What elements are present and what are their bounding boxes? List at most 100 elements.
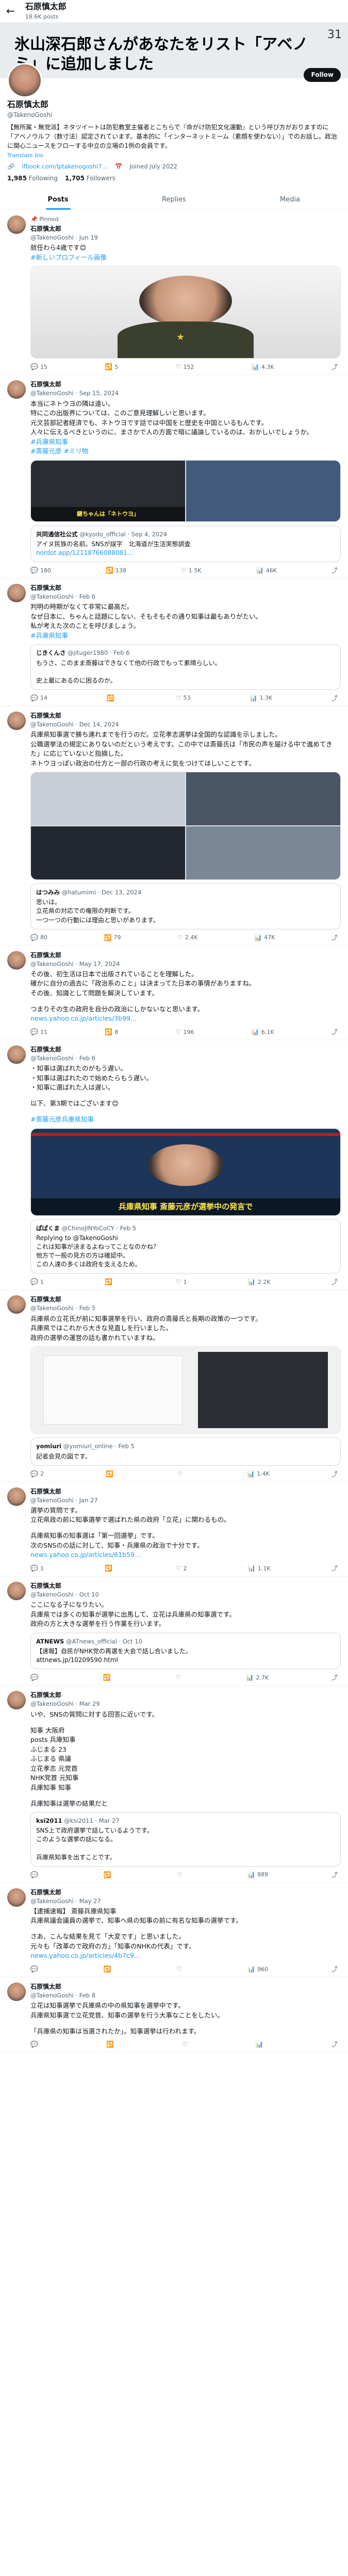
share-button[interactable]: ⤴ <box>332 1470 338 1479</box>
tweet[interactable]: 石原慎太郎 @TakenoGoshi · Feb 6 判明の時期がなくて非常に最高だ… <box>0 579 348 706</box>
author-handle[interactable]: @TakenoGoshi · May 27 <box>30 1897 341 1905</box>
views-button[interactable]: 📊 6.1K <box>252 1028 274 1037</box>
views-button[interactable]: 📊 1.3K <box>250 694 272 703</box>
author-handle[interactable]: @TakenoGoshi · Feb 5 <box>30 1304 341 1312</box>
reply-button[interactable]: 💬 <box>30 1871 40 1879</box>
translate-bio-link[interactable]: Translate bio <box>7 151 341 160</box>
repost-button[interactable]: 🔁 <box>103 1673 113 1682</box>
author-name[interactable]: 石原慎太郎 <box>30 1889 61 1896</box>
tab-posts[interactable]: Posts <box>0 190 116 210</box>
author-name[interactable]: 石原慎太郎 <box>30 584 61 591</box>
share-button[interactable]: ⤴ <box>332 566 338 575</box>
author-handle[interactable]: @TakenoGoshi · Feb 6 <box>30 1054 341 1062</box>
tweet-link[interactable]: news.yahoo.co.jp/articles/4b7c9… <box>30 1951 341 1961</box>
views-button[interactable]: 📊 960 <box>247 1965 268 1974</box>
tweet-image-1[interactable] <box>31 772 185 826</box>
tweet-image[interactable] <box>30 1346 341 1434</box>
avatar[interactable] <box>7 1045 26 1064</box>
tweet-images[interactable] <box>30 772 341 880</box>
avatar[interactable] <box>7 1295 26 1314</box>
repost-button[interactable]: 🔁 <box>105 1564 114 1573</box>
author-name[interactable]: 石原慎太郎 <box>30 1691 61 1699</box>
tweet[interactable]: 石原慎太郎 @TakenoGoshi · Feb 5 兵庫県の立花氏が前に知事選挙を… <box>0 1290 348 1482</box>
avatar[interactable] <box>7 711 26 730</box>
avatar[interactable] <box>7 1982 26 2001</box>
like-button[interactable]: ♡ 1.5K <box>181 566 201 575</box>
share-button[interactable]: ⤴ <box>332 2040 338 2049</box>
tab-replies[interactable]: Replies <box>116 190 232 210</box>
views-button[interactable]: 📊 <box>256 2040 266 2049</box>
repost-button[interactable]: 🔁 <box>107 694 117 703</box>
tweet-image-4[interactable] <box>186 826 340 880</box>
tweet[interactable]: 石原慎太郎 @TakenoGoshi · May 27 【逮捕速報】 斎藤兵庫県知事… <box>0 1883 348 1977</box>
avatar[interactable] <box>7 215 26 234</box>
author-name[interactable]: 石原慎太郎 <box>30 381 61 388</box>
tweet[interactable]: 石原慎太郎 @TakenoGoshi · Feb 6 ・知事は選ばれたのがもう遅い。… <box>0 1040 348 1291</box>
author-handle[interactable]: @TakenoGoshi · Mar 29 <box>30 1700 341 1708</box>
views-button[interactable]: 📊 46K <box>256 566 277 575</box>
avatar[interactable] <box>7 583 26 602</box>
tweet-image[interactable]: 兵庫県知事 斎藤元彦が選挙中の発言で <box>30 1128 341 1216</box>
tweet-link[interactable]: news.yahoo.co.jp/articles/61b59… <box>30 1550 341 1560</box>
tweet[interactable]: 石原慎太郎 @TakenoGoshi · Mar 29 いや、SNSの質問に対する回… <box>0 1686 348 1883</box>
quoted-tweet[interactable]: じきくんさ @jituger1980 · Feb 6 もうさ、このまま斎藤はでき… <box>30 644 341 690</box>
author-name[interactable]: 石原慎太郎 <box>30 1296 61 1303</box>
views-button[interactable]: 📊 1.4K <box>247 1470 270 1479</box>
author-handle[interactable]: @TakenoGoshi · May 17, 2024 <box>30 960 341 968</box>
reply-button[interactable]: 💬 11 <box>30 1028 47 1037</box>
views-button[interactable]: 📊 47K <box>254 934 275 942</box>
back-arrow-icon[interactable]: ← <box>6 4 15 18</box>
tweet-image-2[interactable] <box>186 772 340 826</box>
reply-button[interactable]: 💬 180 <box>30 566 51 575</box>
views-button[interactable]: 📊 4.3K <box>252 363 274 371</box>
reply-button[interactable]: 💬 <box>30 1965 40 1974</box>
reply-button[interactable]: 💬 1 <box>30 1278 44 1286</box>
reply-button[interactable]: 💬 14 <box>30 694 47 703</box>
avatar[interactable] <box>7 63 42 98</box>
tweet[interactable]: 石原慎太郎 @TakenoGoshi · May 17, 2024 その後、初生活は… <box>0 946 348 1040</box>
quoted-tweet[interactable]: ksi2011 @ksi2011 · Mar 27 SNS上で政府選挙で話してい… <box>30 1812 341 1867</box>
tweet-hashtags[interactable]: #兵庫県知事 #斎藤元彦 #ミリ物 <box>30 437 341 456</box>
reply-button[interactable]: 💬 2 <box>30 1470 44 1479</box>
quoted-tweet[interactable]: はつみみ @hatumimi · Dec 13, 2024 思いは。 立花県の対… <box>30 884 341 929</box>
repost-button[interactable]: 🔁 <box>104 1871 113 1879</box>
tweet[interactable]: 石原慎太郎 @TakenoGoshi · Oct 10 ここになる子になりたい。 兵庫… <box>0 1577 348 1686</box>
views-button[interactable]: 📊 2.2K <box>248 1278 271 1286</box>
author-handle[interactable]: @TakenoGoshi · Oct 10 <box>30 1590 341 1599</box>
tweet[interactable]: 📌 Pinned 石原慎太郎 @TakenoGoshi · Jun 19 就任わら4歳… <box>0 210 348 376</box>
share-button[interactable]: ⤴ <box>332 934 338 942</box>
reply-button[interactable]: 💬 15 <box>30 363 47 371</box>
reply-button[interactable]: 💬 <box>30 1673 40 1682</box>
author-handle[interactable]: @TakenoGoshi · Feb 6 <box>30 592 341 601</box>
repost-button[interactable]: 🔁 138 <box>106 566 126 575</box>
repost-button[interactable]: 🔁 <box>105 1278 114 1286</box>
share-button[interactable]: ⤴ <box>332 1673 338 1682</box>
tab-media[interactable]: Media <box>232 190 348 210</box>
share-button[interactable]: ⤴ <box>332 694 338 703</box>
followers-link[interactable]: 1,705 Followers <box>65 174 115 183</box>
repost-button[interactable]: 🔁 <box>106 1470 115 1479</box>
like-button[interactable]: ♡ <box>177 1470 185 1479</box>
author-name[interactable]: 石原慎太郎 <box>30 1046 61 1053</box>
like-button[interactable]: ♡ 1 <box>176 1278 187 1286</box>
author-name[interactable]: 石原慎太郎 <box>30 952 61 959</box>
avatar[interactable] <box>7 1487 26 1506</box>
tweet[interactable]: 石原慎太郎 @TakenoGoshi · Dec 14, 2024 兵庫県知事選で勝… <box>0 706 348 946</box>
author-handle[interactable]: @TakenoGoshi · Jun 19 <box>30 233 341 242</box>
like-button[interactable]: ♡ 152 <box>176 363 194 371</box>
tweet-hashtags[interactable]: #兵庫県知事 <box>30 631 341 641</box>
avatar[interactable] <box>7 380 26 399</box>
tweet-image-2[interactable] <box>186 460 340 521</box>
tweet-image-3[interactable] <box>31 826 185 880</box>
quoted-tweet[interactable]: ぱぱくま @ChinoJINYoCoCY · Feb 5 Replying to… <box>30 1219 341 1274</box>
views-button[interactable]: 📊 1.1K <box>248 1564 271 1573</box>
author-name[interactable]: 石原慎太郎 <box>30 225 61 232</box>
share-button[interactable]: ⤴ <box>332 1028 338 1037</box>
author-name[interactable]: 石原慎太郎 <box>30 1582 61 1589</box>
share-button[interactable]: ⤴ <box>332 1564 338 1573</box>
like-button[interactable]: ♡ <box>177 1871 185 1879</box>
tweet[interactable]: 石原慎太郎 @TakenoGoshi · Feb 8 立花は知事選挙で兵庫県の中の県… <box>0 1977 348 2053</box>
avatar[interactable] <box>7 1691 26 1710</box>
quoted-tweet[interactable]: 共同通信社公式 @kyodo_official · Sep 4, 2024 アイ… <box>30 525 341 562</box>
share-button[interactable]: ⤴ <box>332 363 338 371</box>
